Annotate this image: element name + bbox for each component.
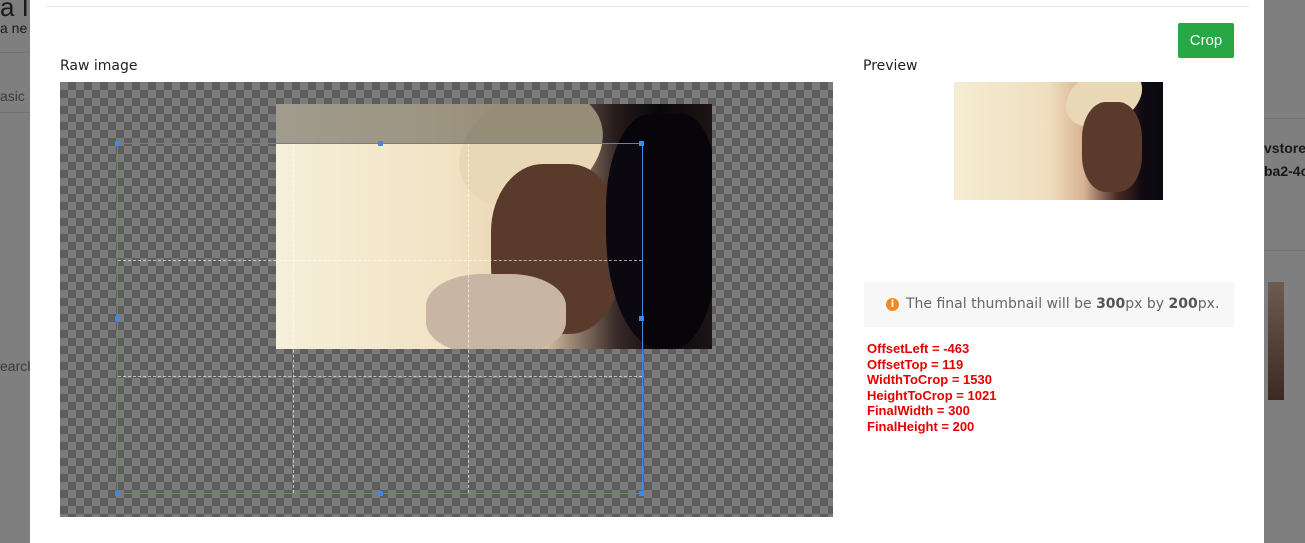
stat-offset-left: OffsetLeft = -463	[867, 341, 970, 356]
crop-handle-ne[interactable]	[639, 141, 644, 146]
preview-photo	[954, 82, 1163, 200]
preview-label: Preview	[863, 58, 918, 74]
crop-handle-e[interactable]	[639, 316, 644, 321]
info-message: i The final thumbnail will be 300px by 2…	[864, 282, 1234, 327]
preview-image	[954, 82, 1163, 200]
crop-stats: OffsetLeft = -463 OffsetTop = 119 WidthT…	[867, 341, 996, 434]
raw-image-label: Raw image	[60, 58, 138, 74]
stat-final-height: FinalHeight = 200	[867, 418, 975, 434]
stat-final-width: FinalWidth = 300	[867, 403, 970, 418]
crop-handle-s[interactable]	[378, 491, 383, 496]
crop-handle-nw[interactable]	[115, 141, 120, 146]
crop-handle-w[interactable]	[115, 316, 120, 321]
stat-height-to-crop: HeightToCrop = 1021	[867, 387, 997, 403]
crop-handle-se[interactable]	[639, 491, 644, 496]
crop-handle-sw[interactable]	[115, 491, 120, 496]
grid-line	[118, 376, 642, 377]
modal-header-divider	[46, 6, 1249, 7]
crop-selection[interactable]	[117, 143, 643, 494]
grid-line	[293, 144, 294, 493]
outside-dim	[642, 143, 712, 349]
crop-modal: Crop Raw image Preview i The final thumb…	[30, 0, 1264, 543]
grid-line	[118, 260, 642, 261]
crop-button[interactable]: Crop	[1178, 23, 1234, 58]
info-text: The final thumbnail will be 300px by 200…	[906, 296, 1220, 312]
grid-line	[468, 144, 469, 493]
info-circle-icon: i	[886, 298, 899, 311]
crop-canvas[interactable]	[60, 82, 833, 517]
hair-shape	[1082, 102, 1142, 192]
stat-offset-top: OffsetTop = 119	[867, 356, 964, 372]
outside-dim	[276, 104, 712, 143]
stat-width-to-crop: WidthToCrop = 1530	[867, 372, 992, 387]
crop-handle-n[interactable]	[378, 141, 383, 146]
